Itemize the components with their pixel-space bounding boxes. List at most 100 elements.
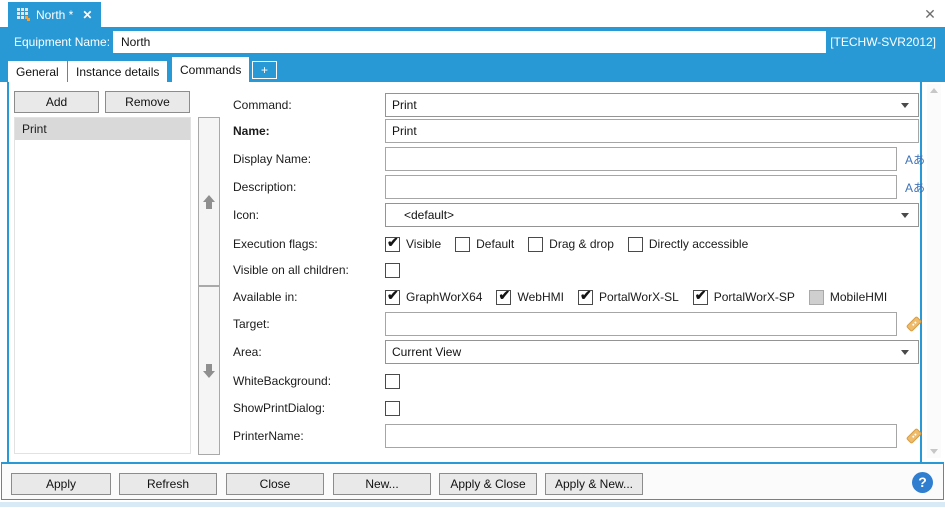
area-dropdown-value: Current View bbox=[392, 345, 461, 359]
icon-dropdown[interactable]: <default> bbox=[385, 203, 919, 227]
command-dropdown-value: Print bbox=[392, 98, 417, 112]
tab-instance-details[interactable]: Instance details bbox=[68, 61, 167, 82]
display-name-label: Display Name: bbox=[233, 152, 385, 166]
command-list-item-print[interactable]: Print bbox=[15, 118, 190, 140]
bottom-accent-strip bbox=[0, 502, 945, 507]
checkbox-directly-accessible-label: Directly accessible bbox=[649, 237, 748, 251]
target-input[interactable] bbox=[385, 312, 897, 336]
show-print-dialog-row: ShowPrintDialog: bbox=[233, 400, 400, 416]
checkbox-visible-label: Visible bbox=[406, 237, 441, 251]
apply-button[interactable]: Apply bbox=[11, 473, 111, 495]
visible-all-children-row: Visible on all children: bbox=[233, 262, 400, 278]
checkbox-portalworx-sl-label: PortalWorX-SL bbox=[599, 290, 679, 304]
visible-all-children-label: Visible on all children: bbox=[233, 263, 385, 277]
help-icon[interactable]: ? bbox=[912, 472, 933, 493]
commands-tab-content: Add Remove Print Command: Print bbox=[0, 82, 945, 462]
move-down-button[interactable] bbox=[198, 286, 220, 455]
checkbox-webhmi[interactable] bbox=[496, 290, 511, 305]
panel-left-border bbox=[7, 82, 9, 462]
tab-commands[interactable]: Commands bbox=[172, 57, 249, 82]
available-in-label: Available in: bbox=[233, 290, 385, 304]
display-name-input[interactable] bbox=[385, 147, 897, 171]
name-input[interactable] bbox=[385, 119, 919, 143]
tag-picker-icon[interactable] bbox=[904, 314, 924, 334]
checkbox-visible[interactable] bbox=[385, 237, 400, 252]
white-background-row: WhiteBackground: bbox=[233, 373, 400, 389]
chevron-down-icon bbox=[901, 213, 909, 218]
checkbox-graphworx64[interactable] bbox=[385, 290, 400, 305]
area-row: Area: Current View bbox=[233, 340, 919, 364]
panel-right-border bbox=[920, 82, 922, 462]
checkbox-mobilehmi bbox=[809, 290, 824, 305]
description-row: Description: Aあ bbox=[233, 175, 925, 199]
equipment-header-bar: Equipment Name: [TECHW-SVR2012] bbox=[0, 27, 945, 57]
command-dropdown[interactable]: Print bbox=[385, 93, 919, 117]
command-row: Command: Print bbox=[233, 93, 919, 117]
scroll-down-icon[interactable] bbox=[930, 449, 938, 454]
server-badge: [TECHW-SVR2012] bbox=[830, 27, 936, 57]
tag-picker-icon[interactable] bbox=[904, 426, 924, 446]
new-button[interactable]: New... bbox=[333, 473, 431, 495]
description-label: Description: bbox=[233, 180, 385, 194]
document-tab-north[interactable]: North * ✕ bbox=[8, 2, 101, 27]
available-in-row: Available in: GraphWorX64 WebHMI PortalW… bbox=[233, 289, 901, 305]
execution-flags-label: Execution flags: bbox=[233, 237, 385, 251]
checkbox-default-label: Default bbox=[476, 237, 514, 251]
checkbox-graphworx64-label: GraphWorX64 bbox=[406, 290, 482, 304]
printer-name-label: PrinterName: bbox=[233, 429, 385, 443]
description-input[interactable] bbox=[385, 175, 897, 199]
arrow-down-icon bbox=[202, 363, 216, 379]
area-dropdown[interactable]: Current View bbox=[385, 340, 919, 364]
icon-dropdown-value: <default> bbox=[392, 208, 454, 222]
equipment-icon bbox=[17, 8, 30, 21]
remove-button[interactable]: Remove bbox=[105, 91, 190, 113]
scroll-up-icon[interactable] bbox=[930, 88, 938, 93]
checkbox-directly-accessible[interactable] bbox=[628, 237, 643, 252]
document-tab-close-icon[interactable]: ✕ bbox=[82, 8, 92, 22]
name-row: Name: bbox=[233, 119, 919, 143]
display-name-row: Display Name: Aあ bbox=[233, 147, 925, 171]
printer-name-row: PrinterName: bbox=[233, 424, 924, 448]
checkbox-white-background[interactable] bbox=[385, 374, 400, 389]
apply-close-button[interactable]: Apply & Close bbox=[439, 473, 537, 495]
white-background-label: WhiteBackground: bbox=[233, 374, 385, 388]
command-label: Command: bbox=[233, 98, 385, 112]
target-label: Target: bbox=[233, 317, 385, 331]
form-scrollbar[interactable] bbox=[927, 84, 941, 458]
printer-name-input[interactable] bbox=[385, 424, 897, 448]
apply-new-button[interactable]: Apply & New... bbox=[545, 473, 643, 495]
checkbox-default[interactable] bbox=[455, 237, 470, 252]
localize-icon[interactable]: Aあ bbox=[905, 179, 925, 196]
checkbox-mobilehmi-label: MobileHMI bbox=[830, 290, 887, 304]
document-tab-bar: North * ✕ ✕ bbox=[0, 0, 945, 27]
move-up-button[interactable] bbox=[198, 117, 220, 286]
refresh-button[interactable]: Refresh bbox=[119, 473, 217, 495]
equipment-name-label: Equipment Name: bbox=[14, 27, 110, 57]
chevron-down-icon bbox=[901, 350, 909, 355]
checkbox-drag-drop[interactable] bbox=[528, 237, 543, 252]
add-button[interactable]: Add bbox=[14, 91, 99, 113]
chevron-down-icon bbox=[901, 103, 909, 108]
name-label: Name: bbox=[233, 124, 385, 138]
checkbox-show-print-dialog[interactable] bbox=[385, 401, 400, 416]
document-tab-title: North * bbox=[36, 8, 73, 22]
icon-row: Icon: <default> bbox=[233, 203, 919, 227]
equipment-editor-window: North * ✕ ✕ Equipment Name: [TECHW-SVR20… bbox=[0, 0, 945, 508]
footer-bar: Apply Refresh Close New... Apply & Close… bbox=[1, 462, 944, 500]
localize-icon[interactable]: Aあ bbox=[905, 151, 925, 168]
show-print-dialog-label: ShowPrintDialog: bbox=[233, 401, 385, 415]
target-row: Target: bbox=[233, 312, 924, 336]
close-button[interactable]: Close bbox=[226, 473, 324, 495]
command-list[interactable]: Print bbox=[14, 117, 191, 454]
checkbox-drag-drop-label: Drag & drop bbox=[549, 237, 614, 251]
execution-flags-row: Execution flags: Visible Default Drag & … bbox=[233, 236, 762, 252]
tab-general[interactable]: General bbox=[8, 61, 67, 82]
tab-add[interactable]: + bbox=[252, 61, 277, 79]
checkbox-visible-all-children[interactable] bbox=[385, 263, 400, 278]
equipment-name-input[interactable] bbox=[113, 31, 826, 53]
checkbox-portalworx-sl[interactable] bbox=[578, 290, 593, 305]
checkbox-portalworx-sp[interactable] bbox=[693, 290, 708, 305]
window-close-icon[interactable]: ✕ bbox=[922, 6, 938, 22]
area-label: Area: bbox=[233, 345, 385, 359]
tab-strip: General Instance details Commands + bbox=[0, 57, 945, 82]
